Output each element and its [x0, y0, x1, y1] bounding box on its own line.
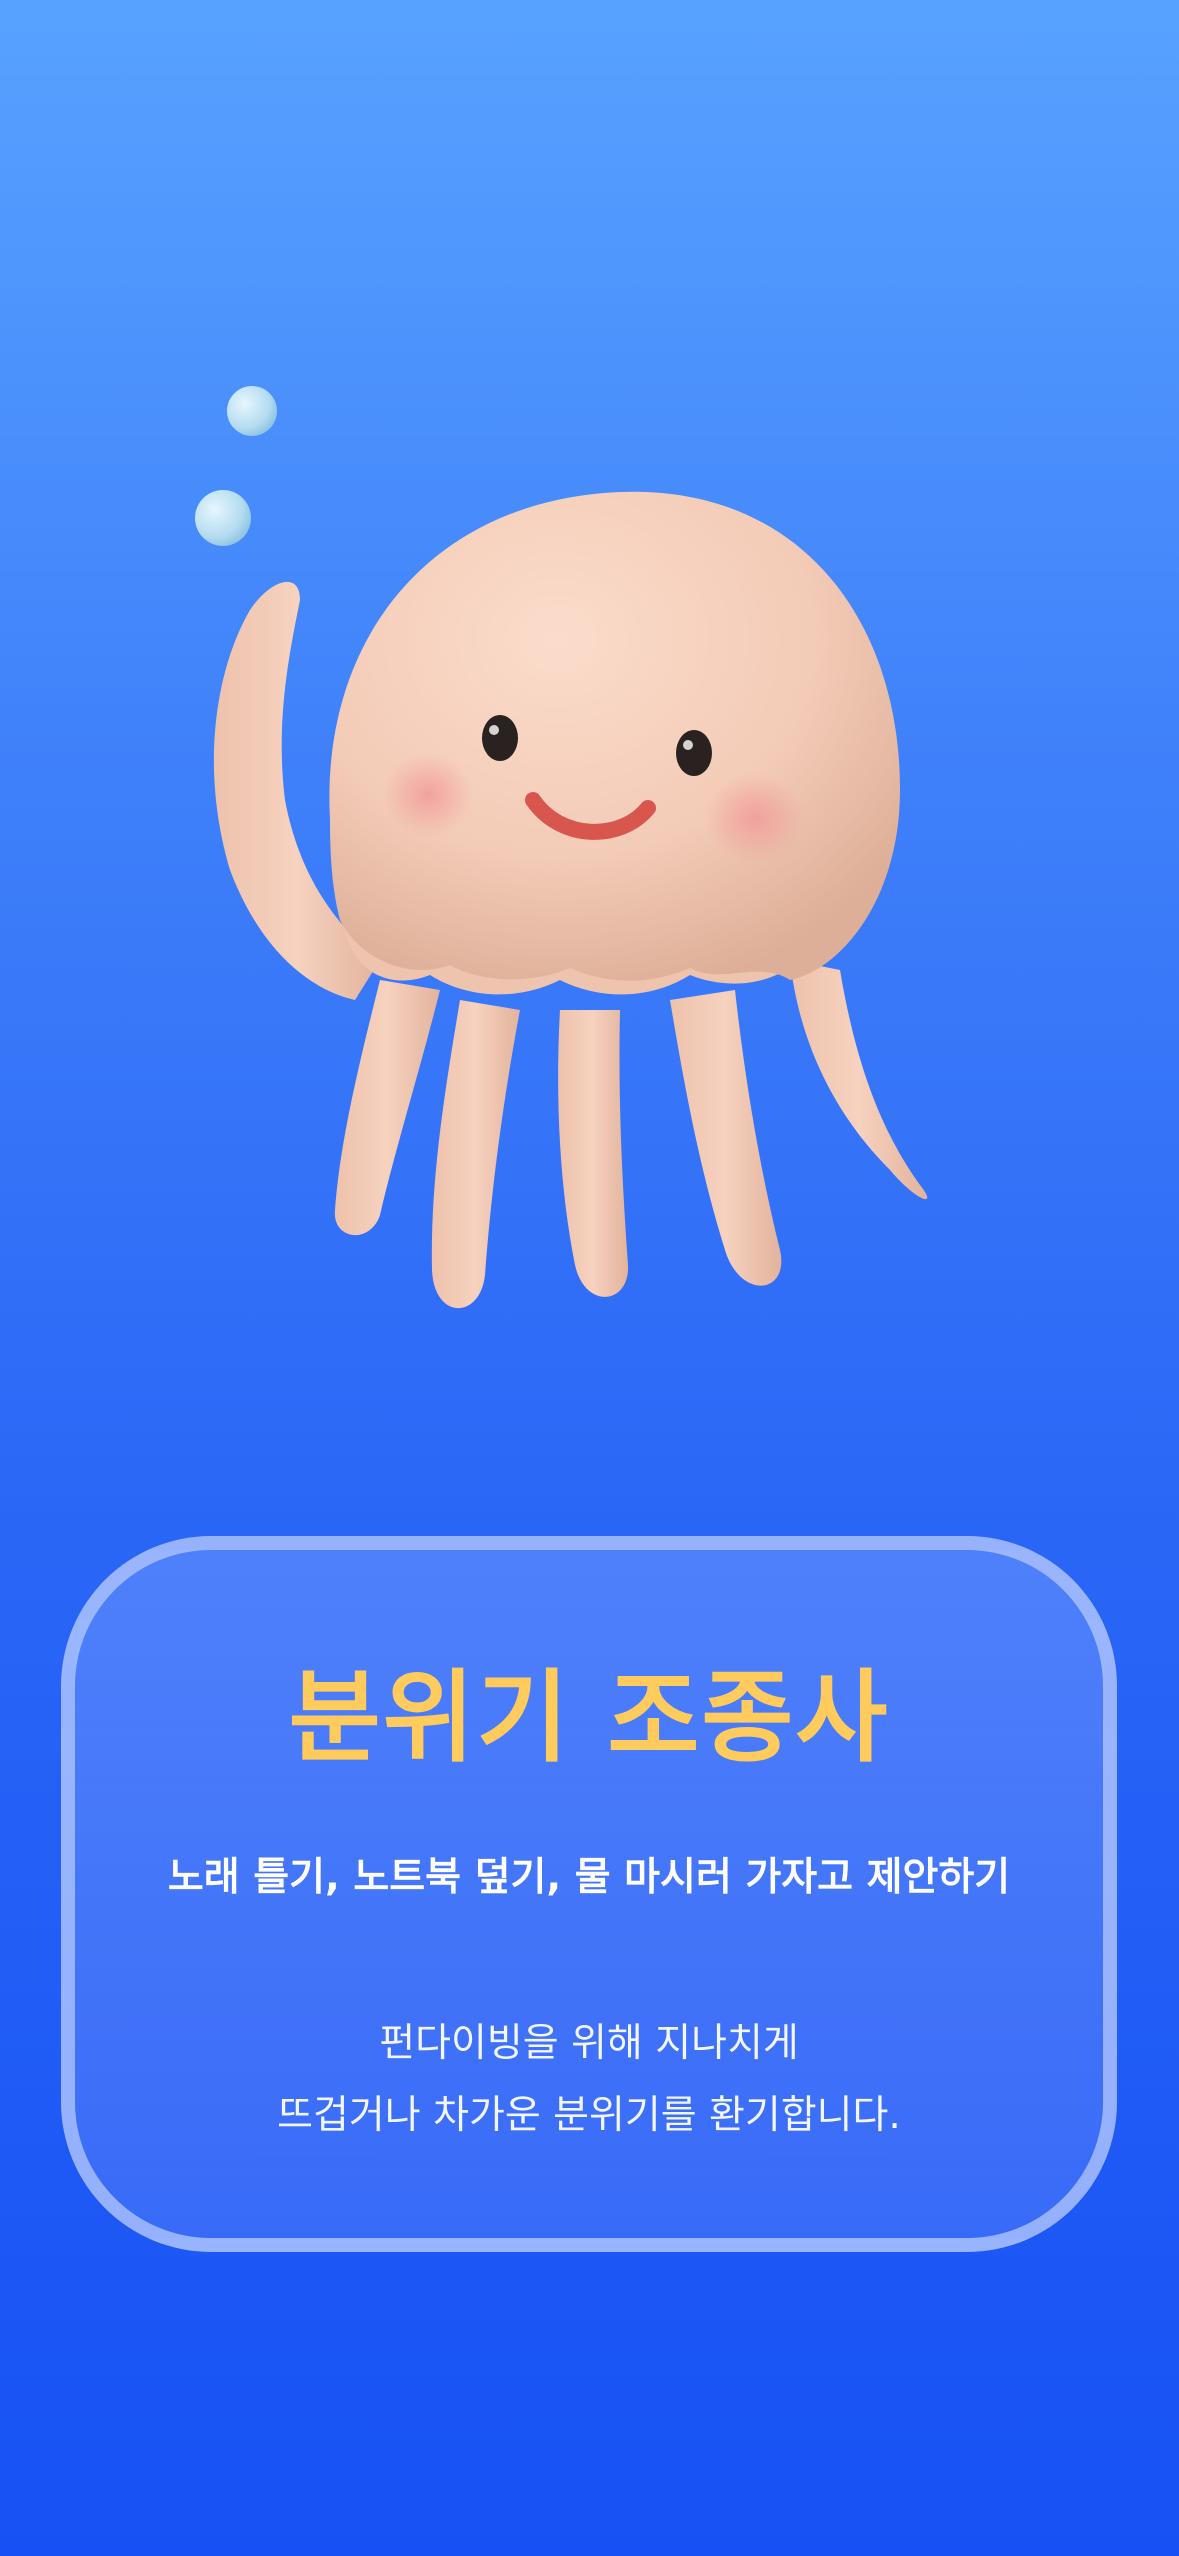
jellyfish-mascot-icon [195, 386, 928, 1309]
onboarding-screen: 분위기 조종사 노래 틀기, 노트북 덮기, 물 마시러 가자고 제안하기 펀다… [0, 0, 1179, 2556]
tentacle [558, 1010, 629, 1297]
card-title: 분위기 조종사 [288, 1659, 890, 1776]
card-description-line: 뜨겁거나 차가운 분위기를 환기합니다. [277, 2093, 901, 2138]
tentacle [431, 1000, 520, 1309]
jellyfish-head [329, 491, 900, 981]
card-description-line: 펀다이빙을 위해 지나치게 [379, 2021, 799, 2066]
feature-card: 분위기 조종사 노래 틀기, 노트북 덮기, 물 마시러 가자고 제안하기 펀다… [61, 1536, 1117, 2252]
eye [482, 715, 518, 761]
cheek [705, 773, 805, 863]
card-subtitle: 노래 틀기, 노트북 덮기, 물 마시러 가자고 제안하기 [167, 1855, 1011, 1900]
card-description: 펀다이빙을 위해 지나치게 뜨겁거나 차가운 분위기를 환기합니다. [95, 2008, 1083, 2152]
cheek [383, 753, 473, 837]
tentacle [670, 990, 782, 1286]
tentacle [334, 980, 440, 1236]
right-tentacle [790, 960, 928, 1200]
eye [676, 730, 712, 776]
bubble-icon [195, 490, 251, 546]
bubble-icon [227, 386, 277, 436]
